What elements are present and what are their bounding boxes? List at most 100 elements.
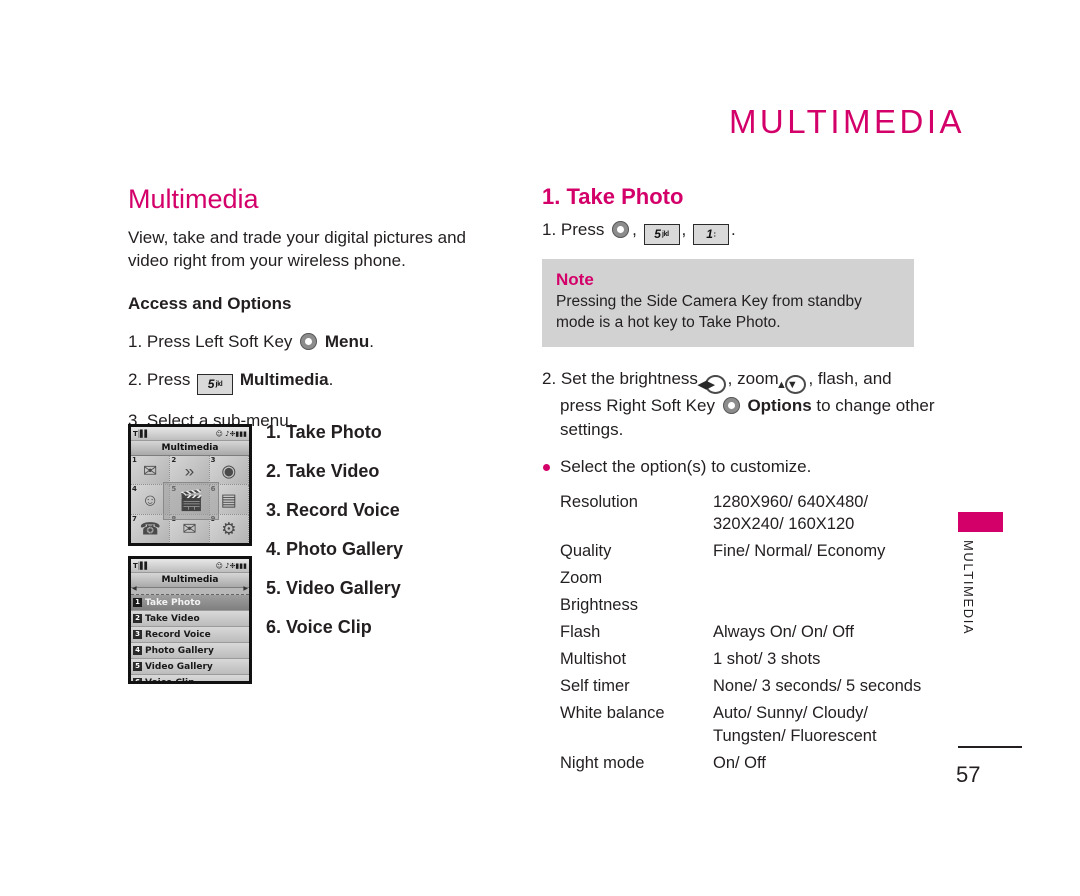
take-photo-step-2-text-a: 2. Set the brightness [542,369,698,388]
take-photo-step-2: 2. Set the brightness ◀▶, zoom ▲▼, flash… [542,367,942,442]
camera-options-table: Resolution 1280X960/ 640X480/ 320X240/ 1… [560,489,942,777]
settings-gear-icon: ⚙ [221,519,237,539]
take-photo-step-1: 1. Press , 5jkl, 1∶. [542,218,942,246]
take-photo-step-2-text-f: settings. [560,419,624,439]
bullet-dot-icon [543,463,550,471]
phone-screen-title: Multimedia [131,441,249,456]
option-key: Brightness [560,595,638,614]
table-row: White balance Auto/ Sunny/ Cloudy/ Tungs… [560,700,942,749]
soft-key-circle-icon [300,333,318,351]
phone-list-row-1: 1 Take Photo [131,595,249,611]
option-value [713,565,942,592]
messaging-icon: ✉ [143,461,158,481]
soft-key-circle-icon [612,221,630,239]
status-icons-group: ☺ ♪❉▮▮▮ [215,561,247,570]
phone-icon: ☎ [139,519,161,539]
left-column: Multimedia View, take and trade your dig… [128,185,508,447]
option-key: White balance [560,704,665,723]
phone-screenshot-grid-menu: T│▌▌ ☺ ♪❉▮▮▮ Multimedia 1✉ 2» 3◉ 4☺ 5 6▤… [128,424,252,546]
submenu-item-video-gallery: 5. Video Gallery [266,578,401,598]
note-title: Note [556,270,594,290]
phone-status-bar: T│▌▌ ☺ ♪❉▮▮▮ [131,559,249,573]
mail-icon: ✉ [182,519,197,539]
submenu-item-record-voice: 3. Record Voice [266,500,400,520]
option-value: 1 shot/ 3 shots [713,650,821,669]
right-column: 1. Take Photo 1. Press , 5jkl, 1∶. Note … [542,185,942,777]
step-2-period: . [328,370,334,390]
bullet-select-options: Select the option(s) to customize. [542,456,942,479]
option-key: Multishot [560,650,627,669]
option-value: Always On/ On/ Off [713,623,854,642]
option-key: Quality [560,541,612,560]
phone-scroll-indicator [131,585,249,595]
footer-divider [958,746,1022,748]
option-key: Resolution [560,492,638,511]
phone-status-bar: T│▌▌ ☺ ♪❉▮▮▮ [131,427,249,441]
option-key: Flash [560,623,601,642]
option-value: Auto/ Sunny/ Cloudy/ Tungsten/ Fluoresce… [713,704,877,745]
step-1-text: 1. Press Left Soft Key [128,332,293,352]
option-key: Zoom [560,568,603,587]
signal-bars-icon: T│▌▌ [133,561,150,570]
take-photo-step-1-period: . [731,220,736,240]
take-photo-step-2-text-b: , zoom [727,369,779,388]
phone-list-row-2: 2 Take Video [131,611,249,627]
option-key: Night mode [560,753,645,772]
clapperboard-icon: 🎬 [162,482,220,520]
bullet-text: Select the option(s) to customize. [560,456,812,476]
grid-cell-3: 3 ◉ [209,456,249,486]
option-value: Fine/ Normal/ Economy [713,541,886,560]
disc-icon: ◉ [221,461,237,481]
grid-cell-2: 2» [170,456,210,486]
step-1-period: . [369,332,375,352]
note-body: Pressing the Side Camera Key from standb… [556,293,862,331]
intro-paragraph: View, take and trade your digital pictur… [128,228,467,270]
table-row: Quality Fine/ Normal/ Economy [560,538,942,565]
option-value [713,592,942,619]
phone-icon-grid: 1✉ 2» 3◉ 4☺ 5 6▤ 7☎ 8✉ 9⚙ 🎬 [131,456,249,543]
phone-list-row-6: 6 Voice Clip [131,675,249,681]
page-title: MULTIMEDIA [728,103,965,140]
table-row: Self timer None/ 3 seconds/ 5 seconds [560,673,942,700]
table-row: Night mode On/ Off [560,750,942,777]
zoom-nav-key-icon: ▲▼ [776,375,807,394]
option-value: None/ 3 seconds/ 5 seconds [713,677,922,696]
take-photo-step-2-text-c: , flash, and [808,369,892,388]
option-value: On/ Off [713,753,766,772]
fast-forward-icon: » [184,461,195,481]
page-number: 57 [956,762,981,787]
table-row: Zoom [560,565,942,592]
step-2-bold-label: Multimedia [239,370,329,390]
phone-list-row-5: 5 Video Gallery [131,659,249,675]
subheading-access-and-options: Access and Options [128,294,292,314]
option-value: 1280X960/ 640X480/ 320X240/ 160X120 [713,492,869,533]
chapter-edge-tab [958,512,1003,532]
take-photo-step-2-text-e: to change other [816,396,935,415]
option-key: Self timer [560,677,630,696]
take-photo-step-1-text: 1. Press [542,220,605,240]
step-2-press-five: 2. Press 5jkl Multimedia. [128,368,508,396]
section-heading-multimedia: Multimedia [128,184,259,214]
step-1-press-left-soft-key: 1. Press Left Soft Key Menu. [128,330,508,354]
table-row: Multishot 1 shot/ 3 shots [560,646,942,673]
submenu-list: 1. Take Photo 2. Take Video 3. Record Vo… [266,423,446,657]
brightness-nav-key-icon: ◀▶ [698,375,726,394]
section-heading-take-photo: 1. Take Photo [542,184,684,209]
phone-list-row-4: 4 Photo Gallery [131,643,249,659]
phone-screenshot-list-menu: T│▌▌ ☺ ♪❉▮▮▮ Multimedia 1Take Photo 2Tak… [128,556,252,684]
table-row: Resolution 1280X960/ 640X480/ 320X240/ 1… [560,489,942,538]
smiley-icon: ☺ [141,490,159,510]
grid-cell-1: 1 ✉ [131,456,171,486]
options-bold-label: Options [747,396,812,415]
soft-key-circle-icon [722,397,740,414]
number-key-5-icon: 5jkl [197,374,234,396]
submenu-item-take-photo: 1. Take Photo [266,422,382,442]
number-key-1-icon: 1∶ [693,224,729,246]
number-key-5-icon: 5jkl [643,224,680,246]
table-row: Flash Always On/ On/ Off [560,619,942,646]
step-1-bold-label: Menu [324,332,370,352]
signal-bars-icon: T│▌▌ [133,429,150,438]
table-row: Brightness [560,592,942,619]
step-2-text: 2. Press [128,370,191,390]
submenu-item-take-video: 2. Take Video [266,461,380,481]
